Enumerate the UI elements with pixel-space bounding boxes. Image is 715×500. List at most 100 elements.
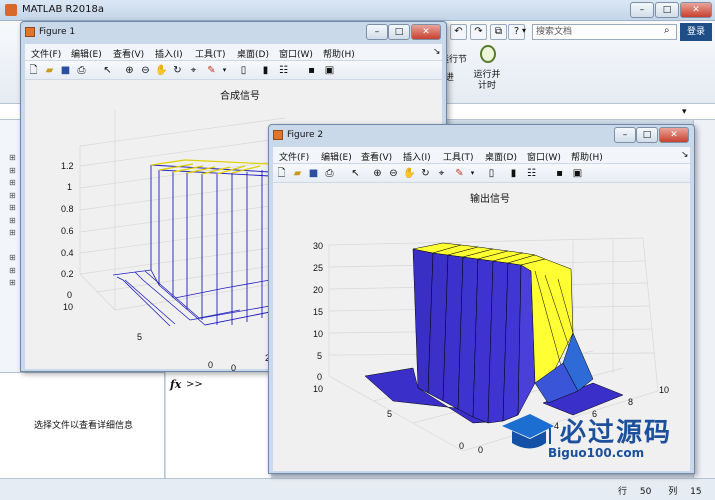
- menubar-dock-icon[interactable]: ↘: [433, 47, 441, 57]
- new-figure-icon[interactable]: 🗋: [275, 167, 288, 180]
- pan-icon[interactable]: ✋: [155, 64, 168, 77]
- menu-view[interactable]: 查看(V): [361, 150, 392, 163]
- figure-1-maximize-button[interactable]: □: [388, 24, 410, 40]
- row-label: 行: [618, 487, 628, 497]
- status-bar: [0, 478, 715, 500]
- figure-1-title-bar[interactable]: Figure 1 – □ ✕: [21, 22, 446, 44]
- zoom-out-icon[interactable]: ⊖: [387, 167, 400, 180]
- z-tick: 20: [313, 285, 324, 295]
- menu-tools[interactable]: 工具(T): [195, 47, 226, 60]
- hide-plot-tools-icon[interactable]: ▪: [305, 64, 318, 77]
- login-button[interactable]: 登录: [680, 23, 712, 41]
- close-button[interactable]: ✕: [680, 2, 712, 18]
- search-documentation-input[interactable]: 搜索文档: [532, 24, 677, 40]
- insert-legend-icon[interactable]: ☷: [525, 167, 538, 180]
- figure-2-minimize-button[interactable]: –: [614, 127, 636, 143]
- graduation-cap-logo-icon: [502, 414, 554, 449]
- folder-tree-expanders[interactable]: ⊞ ⊞ ⊞ ⊞ ⊞ ⊞ ⊞ ⊞ ⊞ ⊞: [9, 152, 16, 290]
- menu-edit[interactable]: 编辑(E): [321, 150, 352, 163]
- command-window[interactable]: [166, 372, 271, 478]
- new-figure-icon[interactable]: 🗋: [27, 64, 40, 77]
- figure-1-close-button[interactable]: ✕: [411, 24, 441, 40]
- zoom-in-icon[interactable]: ⊕: [123, 64, 136, 77]
- menu-window[interactable]: 窗口(W): [527, 150, 561, 163]
- data-cursor-icon[interactable]: ⌖: [187, 64, 200, 77]
- z-tick: 15: [313, 307, 324, 317]
- x-tick: 8: [628, 397, 634, 407]
- open-file-icon[interactable]: ▰: [43, 64, 56, 77]
- brush-dropdown-icon[interactable]: ▾: [466, 167, 479, 180]
- figure-2-title-bar[interactable]: Figure 2 – □ ✕: [269, 125, 694, 147]
- brush-icon[interactable]: ✎: [453, 167, 466, 180]
- figure-1-minimize-button[interactable]: –: [366, 24, 388, 40]
- z-tick: 30: [313, 241, 324, 251]
- switch-windows-icon[interactable]: ⧉: [490, 24, 507, 40]
- figure-2-menubar: 文件(F) 编辑(E) 查看(V) 插入(I) 工具(T) 桌面(D) 窗口(W…: [273, 147, 690, 163]
- menu-help[interactable]: 帮助(H): [323, 47, 355, 60]
- menu-view[interactable]: 查看(V): [113, 47, 144, 60]
- menu-desktop[interactable]: 桌面(D): [485, 150, 517, 163]
- help-dropdown-icon[interactable]: ▾: [522, 26, 526, 35]
- z-tick: 5: [317, 351, 323, 361]
- watermark-site: Biguo100.com: [548, 446, 645, 460]
- menu-file[interactable]: 文件(F): [31, 47, 61, 60]
- edit-plot-icon[interactable]: ↖: [101, 64, 114, 77]
- command-prompt[interactable]: >>: [186, 379, 203, 390]
- maximize-button[interactable]: □: [655, 2, 679, 18]
- undo-icon[interactable]: ↶: [450, 24, 467, 40]
- open-file-icon[interactable]: ▰: [291, 167, 304, 180]
- rotate-3d-icon[interactable]: ↻: [171, 64, 184, 77]
- menu-window[interactable]: 窗口(W): [279, 47, 313, 60]
- hide-plot-tools-icon[interactable]: ▪: [553, 167, 566, 180]
- brush-icon[interactable]: ✎: [205, 64, 218, 77]
- path-dropdown-icon[interactable]: ▾: [682, 107, 687, 117]
- insert-colorbar-icon[interactable]: ▮: [259, 64, 272, 77]
- menu-file[interactable]: 文件(F): [279, 150, 309, 163]
- brush-dropdown-icon[interactable]: ▾: [218, 64, 231, 77]
- menu-tools[interactable]: 工具(T): [443, 150, 474, 163]
- y-tick: 0: [459, 441, 465, 451]
- show-plot-tools-icon[interactable]: ▣: [323, 64, 336, 77]
- menu-insert[interactable]: 插入(I): [155, 47, 183, 60]
- link-plot-icon[interactable]: ▯: [485, 167, 498, 180]
- insert-colorbar-icon[interactable]: ▮: [507, 167, 520, 180]
- insert-legend-icon[interactable]: ☷: [277, 64, 290, 77]
- minimize-button[interactable]: –: [630, 2, 654, 18]
- zoom-in-icon[interactable]: ⊕: [371, 167, 384, 180]
- menubar-dock-icon[interactable]: ↘: [681, 150, 689, 160]
- y-tick: 0: [208, 360, 214, 370]
- z-tick: 0: [67, 290, 73, 300]
- figure-2-close-button[interactable]: ✕: [659, 127, 689, 143]
- show-plot-tools-icon[interactable]: ▣: [571, 167, 584, 180]
- row-value: 50: [639, 487, 652, 497]
- function-browser-icon[interactable]: fx: [170, 378, 181, 391]
- redo-icon[interactable]: ↷: [470, 24, 487, 40]
- pan-icon[interactable]: ✋: [403, 167, 416, 180]
- run-and-time-icon[interactable]: [480, 45, 496, 63]
- print-icon[interactable]: ⎙: [323, 167, 336, 180]
- figure-2-toolbar: 🗋 ▰ ■ ⎙ ↖ ⊕ ⊖ ✋ ↻ ⌖ ✎ ▾ ▯ ▮ ☷ ▪ ▣: [273, 163, 690, 183]
- cursor-position: 行 50 列 15: [618, 484, 702, 497]
- z-tick: 1.2: [61, 161, 74, 171]
- y-tick: 5: [387, 409, 393, 419]
- x-tick: 10: [659, 385, 670, 395]
- matlab-logo-icon: [5, 4, 17, 16]
- save-icon[interactable]: ■: [59, 64, 72, 77]
- menu-help[interactable]: 帮助(H): [571, 150, 603, 163]
- print-icon[interactable]: ⎙: [75, 64, 88, 77]
- link-plot-icon[interactable]: ▯: [237, 64, 250, 77]
- edit-plot-icon[interactable]: ↖: [349, 167, 362, 180]
- menu-insert[interactable]: 插入(I): [403, 150, 431, 163]
- figure-icon: [25, 27, 35, 37]
- save-icon[interactable]: ■: [307, 167, 320, 180]
- menu-edit[interactable]: 编辑(E): [71, 47, 102, 60]
- z-tick: 0.8: [61, 204, 74, 214]
- run-and-time-label[interactable]: 运行并 计时: [471, 70, 503, 92]
- data-cursor-icon[interactable]: ⌖: [435, 167, 448, 180]
- figure-2-maximize-button[interactable]: □: [636, 127, 658, 143]
- menu-desktop[interactable]: 桌面(D): [237, 47, 269, 60]
- zoom-out-icon[interactable]: ⊖: [139, 64, 152, 77]
- z-tick: 25: [313, 263, 324, 273]
- search-icon[interactable]: ⌕: [664, 25, 670, 36]
- rotate-3d-icon[interactable]: ↻: [419, 167, 432, 180]
